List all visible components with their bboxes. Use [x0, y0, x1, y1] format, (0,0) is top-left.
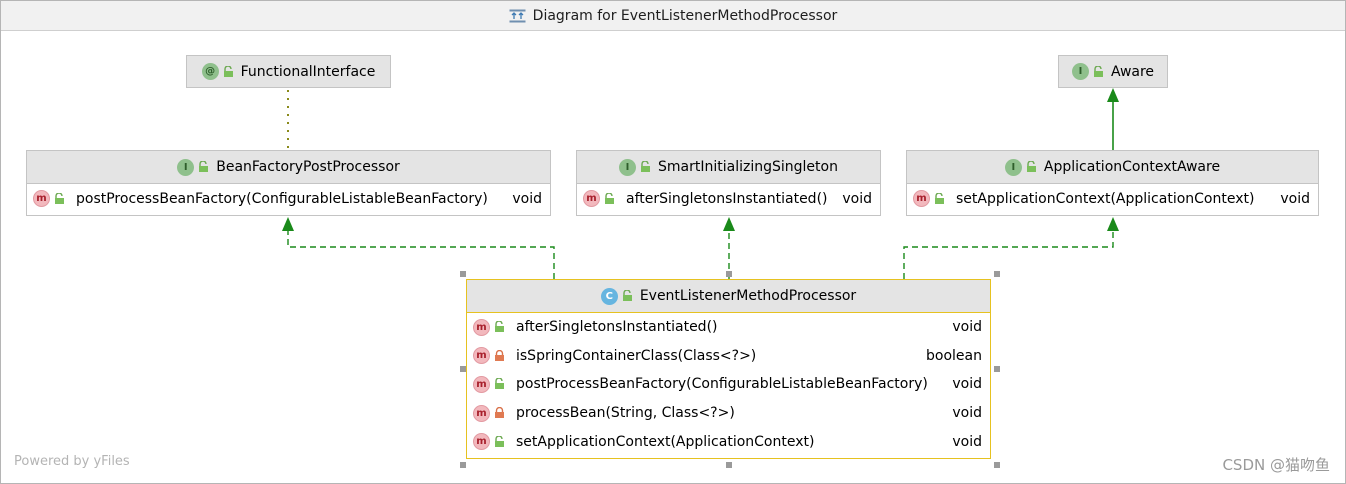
public-unlock-icon	[622, 290, 632, 301]
method-name: postProcessBeanFactory(ConfigurableLista…	[516, 376, 928, 393]
public-unlock-icon	[935, 192, 944, 204]
method-row[interactable]: m processBean(String, Class<?>) void	[467, 399, 990, 428]
interface-icon: I	[1004, 158, 1022, 176]
node-functional-interface[interactable]: @ FunctionalInterface	[186, 55, 391, 88]
node-aware[interactable]: I Aware	[1058, 55, 1168, 88]
node-name: FunctionalInterface	[240, 63, 376, 80]
method-name: afterSingletonsInstantiated()	[626, 190, 828, 207]
resize-handle-nw[interactable]	[460, 271, 466, 277]
abstract-method-icon: m	[583, 190, 600, 207]
method-row[interactable]: m isSpringContainerClass(Class<?>) boole…	[467, 342, 990, 371]
method-name: postProcessBeanFactory(ConfigurableLista…	[76, 190, 488, 207]
node-smart-initializing-singleton[interactable]: I SmartInitializingSingleton m afterSing…	[576, 150, 881, 216]
node-header: I ApplicationContextAware	[907, 151, 1318, 184]
method-return-type: boolean	[926, 347, 982, 364]
credit-watermark: CSDN @猫吻鱼	[1222, 456, 1330, 474]
method-row[interactable]: m setApplicationContext(ApplicationConte…	[907, 184, 1318, 213]
method-icon: m	[473, 318, 490, 336]
node-bean-factory-post-processor[interactable]: I BeanFactoryPostProcessor m postProcess…	[26, 150, 551, 216]
method-row[interactable]: m postProcessBeanFactory(ConfigurableLis…	[467, 370, 990, 399]
method-icon: m	[473, 375, 490, 393]
abstract-method-icon: m	[913, 190, 930, 207]
interface-icon: I	[619, 158, 637, 176]
node-name: SmartInitializingSingleton	[658, 159, 838, 175]
node-header: @ FunctionalInterface	[187, 56, 390, 87]
implements-edge-aca	[903, 231, 1114, 279]
public-unlock-icon	[495, 435, 504, 447]
resize-handle-ne[interactable]	[994, 271, 1000, 277]
implements-arrowhead-bfpp	[282, 217, 294, 231]
abstract-method-icon: m	[33, 190, 50, 207]
public-unlock-icon	[495, 321, 504, 333]
method-return-type: void	[952, 319, 982, 336]
method-name: isSpringContainerClass(Class<?>)	[516, 347, 757, 364]
interface-icon: I	[177, 158, 195, 176]
implements-edge-bfpp	[287, 231, 555, 279]
method-return-type: void	[512, 190, 542, 207]
resize-handle-n[interactable]	[726, 271, 732, 277]
node-name: EventListenerMethodProcessor	[639, 288, 857, 304]
resize-handle-sw[interactable]	[460, 462, 466, 468]
method-name: setApplicationContext(ApplicationContext…	[956, 190, 1255, 207]
public-unlock-icon	[223, 65, 233, 77]
method-return-type: void	[842, 190, 872, 207]
implements-arrowhead-aca	[1107, 217, 1119, 231]
node-application-context-aware[interactable]: I ApplicationContextAware m setApplicati…	[906, 150, 1319, 216]
class-icon: C	[600, 287, 618, 305]
node-header: C EventListenerMethodProcessor	[467, 280, 990, 313]
method-return-type: void	[952, 376, 982, 393]
node-header: I Aware	[1059, 56, 1167, 87]
extends-arrowhead	[1107, 88, 1119, 102]
implements-arrowhead-sis	[723, 217, 735, 231]
method-name: setApplicationContext(ApplicationContext…	[516, 433, 815, 450]
node-name: ApplicationContextAware	[1043, 159, 1221, 175]
method-row[interactable]: m afterSingletonsInstantiated() void	[467, 313, 990, 342]
method-row[interactable]: m postProcessBeanFactory(ConfigurableLis…	[27, 184, 550, 213]
method-name: processBean(String, Class<?>)	[516, 405, 735, 422]
node-event-listener-method-processor[interactable]: C EventListenerMethodProcessor m afterSi…	[466, 279, 991, 459]
method-return-type: void	[952, 405, 982, 422]
static-method-icon: m	[473, 347, 490, 365]
public-unlock-icon	[199, 161, 209, 172]
node-header: I SmartInitializingSingleton	[577, 151, 880, 184]
resize-handle-se[interactable]	[994, 462, 1000, 468]
node-name: BeanFactoryPostProcessor	[216, 159, 400, 175]
resize-handle-e[interactable]	[994, 366, 1000, 372]
public-unlock-icon	[641, 161, 651, 172]
method-row[interactable]: m setApplicationContext(ApplicationConte…	[467, 427, 990, 456]
method-icon: m	[473, 404, 490, 422]
private-lock-icon	[495, 407, 504, 419]
private-lock-icon	[495, 349, 504, 361]
interface-icon: I	[1071, 63, 1089, 80]
powered-by-label: Powered by yFiles	[14, 454, 130, 469]
public-unlock-icon	[1026, 161, 1036, 172]
method-row[interactable]: m afterSingletonsInstantiated() void	[577, 184, 880, 213]
public-unlock-icon	[1093, 65, 1103, 77]
node-name: Aware	[1110, 63, 1155, 80]
annotation-icon: @	[201, 63, 219, 80]
node-header: I BeanFactoryPostProcessor	[27, 151, 550, 184]
method-return-type: void	[1280, 190, 1310, 207]
resize-handle-s[interactable]	[726, 462, 732, 468]
method-return-type: void	[952, 433, 982, 450]
public-unlock-icon	[605, 192, 614, 204]
resize-handle-w[interactable]	[460, 366, 466, 372]
method-name: afterSingletonsInstantiated()	[516, 319, 718, 336]
public-unlock-icon	[495, 378, 504, 390]
public-unlock-icon	[55, 192, 64, 204]
method-icon: m	[473, 433, 490, 451]
